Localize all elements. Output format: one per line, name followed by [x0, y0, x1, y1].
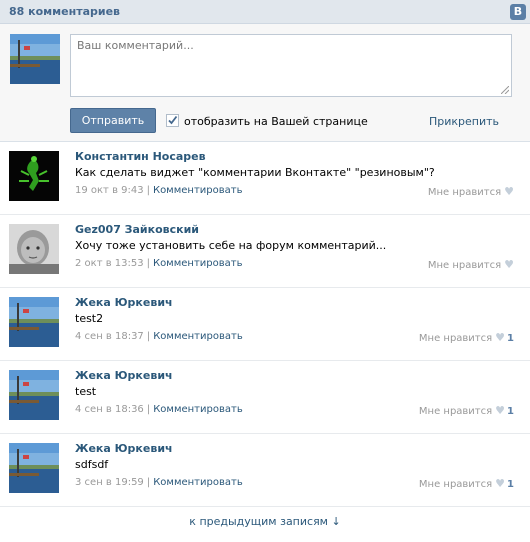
comment-item: Жека Юркевич test 4 сен в 18:36 | Комменти…	[0, 361, 530, 434]
comment-meta: 3 сен в 19:59 | Комментировать	[75, 477, 243, 488]
author-avatar[interactable]	[9, 297, 59, 347]
author-name[interactable]: Gez007 Зайковский	[75, 223, 199, 236]
comment-date[interactable]: 3 сен в 19:59	[75, 477, 144, 488]
like-count: 1	[507, 406, 514, 417]
author-avatar[interactable]	[9, 224, 59, 274]
comment-meta: 19 окт в 9:43 | Комментировать	[75, 185, 243, 196]
comment-item: Константин Носарев Как сделать виджет "к…	[0, 142, 530, 215]
author-name[interactable]: Жека Юркевич	[75, 296, 173, 309]
comment-item: Жека Юркевич sdfsdf 3 сен в 19:59 | Коммен…	[0, 434, 530, 507]
attach-link[interactable]: Прикрепить	[429, 115, 499, 128]
like-button[interactable]: Мне нравится ♥	[428, 258, 514, 271]
comment-input[interactable]: Ваш комментарий...	[70, 34, 512, 97]
resize-handle-icon[interactable]	[501, 86, 509, 94]
like-button[interactable]: Мне нравится ♥ 1	[419, 477, 514, 490]
like-label: Мне нравится	[427, 187, 502, 198]
comment-meta: 4 сен в 18:36 | Комментировать	[75, 404, 243, 415]
like-count: 1	[507, 333, 514, 344]
reply-link[interactable]: Комментировать	[153, 477, 243, 488]
comment-item: Жека Юркевич test2 4 сен в 18:37 | Коммент…	[0, 288, 530, 361]
vk-logo-icon[interactable]: В	[510, 4, 526, 20]
like-button[interactable]: Мне нравится ♥ 1	[419, 404, 514, 417]
reply-link[interactable]: Комментировать	[153, 258, 243, 269]
author-avatar[interactable]	[9, 151, 59, 201]
comment-text: test2	[75, 312, 104, 325]
author-name[interactable]: Жека Юркевич	[75, 442, 173, 455]
comment-item: Gez007 Зайковский Хочу тоже установить с…	[0, 215, 530, 288]
comments-count: 88 комментариев	[9, 5, 121, 18]
comment-text: sdfsdf	[75, 458, 109, 471]
comments-header: 88 комментариев В	[0, 0, 530, 24]
reply-link[interactable]: Комментировать	[153, 331, 243, 342]
like-button[interactable]: Мне нравится ♥	[428, 185, 514, 198]
comment-text: test	[75, 385, 97, 398]
show-on-page-checkbox[interactable]	[166, 114, 179, 127]
send-button[interactable]: Отправить	[70, 108, 156, 133]
heart-icon: ♥	[504, 185, 514, 198]
like-label: Мне нравится	[418, 333, 493, 344]
author-avatar[interactable]	[9, 370, 59, 420]
current-user-avatar[interactable]	[10, 34, 60, 84]
comment-text: Хочу тоже установить себе на форум комме…	[75, 239, 387, 252]
comment-date[interactable]: 4 сен в 18:36	[75, 404, 144, 415]
comment-meta: 2 окт в 13:53 | Комментировать	[75, 258, 243, 269]
comment-date[interactable]: 4 сен в 18:37	[75, 331, 144, 342]
comment-meta: 4 сен в 18:37 | Комментировать	[75, 331, 243, 342]
heart-icon: ♥	[495, 331, 506, 344]
heart-icon: ♥	[504, 258, 514, 271]
heart-icon: ♥	[495, 477, 506, 490]
author-name[interactable]: Константин Носарев	[75, 150, 206, 163]
reply-link[interactable]: Комментировать	[153, 185, 243, 196]
like-count: 1	[507, 479, 514, 490]
comment-placeholder: Ваш комментарий...	[77, 39, 194, 52]
heart-icon: ♥	[495, 404, 506, 417]
reply-link[interactable]: Комментировать	[153, 404, 243, 415]
older-posts-link[interactable]: к предыдущим записям ↓	[0, 515, 530, 528]
checkmark-icon	[168, 115, 178, 125]
like-label: Мне нравится	[427, 260, 502, 271]
show-on-page-label[interactable]: отобразить на Вашей странице	[184, 115, 368, 128]
compose-panel: Ваш комментарий... Отправить отобразить …	[0, 24, 530, 142]
author-avatar[interactable]	[9, 443, 59, 493]
like-button[interactable]: Мне нравится ♥ 1	[419, 331, 514, 344]
comment-date[interactable]: 2 окт в 13:53	[75, 258, 144, 269]
like-label: Мне нравится	[418, 479, 493, 490]
author-name[interactable]: Жека Юркевич	[75, 369, 173, 382]
comment-date[interactable]: 19 окт в 9:43	[75, 185, 144, 196]
comment-text: Как сделать виджет "комментарии Вконтакт…	[75, 166, 435, 179]
like-label: Мне нравится	[418, 406, 493, 417]
